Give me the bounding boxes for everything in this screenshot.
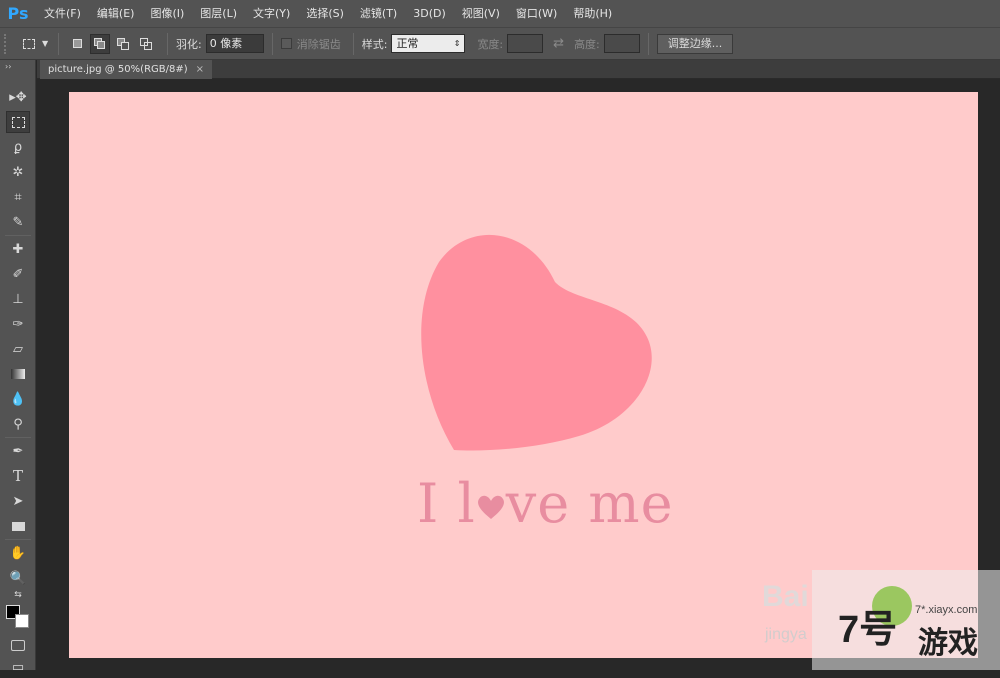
- new-selection-button[interactable]: [67, 34, 87, 54]
- menu-view[interactable]: 视图(V): [454, 0, 508, 27]
- collapse-icon[interactable]: ››: [0, 60, 35, 72]
- menu-file[interactable]: 文件(F): [36, 0, 89, 27]
- quick-mask-icon[interactable]: [6, 634, 30, 656]
- move-tool-icon[interactable]: ▸✥: [6, 86, 30, 108]
- divider: [167, 32, 168, 55]
- swap-colors-icon[interactable]: ⇆: [6, 588, 30, 602]
- chevron-down-icon[interactable]: ▼: [42, 39, 50, 48]
- document-tab[interactable]: picture.jpg @ 50%(RGB/8#) ×: [40, 60, 213, 79]
- menu-image[interactable]: 图像(I): [142, 0, 192, 27]
- screen-mode-icon[interactable]: ▭: [6, 656, 30, 678]
- clone-stamp-tool-icon[interactable]: ⊥: [6, 288, 30, 310]
- hand-tool-icon[interactable]: ✋: [6, 542, 30, 564]
- height-label: 高度:: [574, 37, 600, 51]
- feather-label: 羽化:: [176, 37, 202, 51]
- options-grip[interactable]: [4, 33, 12, 54]
- small-heart-icon: [477, 495, 504, 519]
- divider: [5, 539, 31, 540]
- swap-icon[interactable]: ⇄: [553, 36, 564, 51]
- love-text-start: I l: [417, 472, 476, 535]
- divider: [58, 32, 59, 55]
- history-brush-tool-icon[interactable]: ✑: [6, 313, 30, 335]
- lasso-tool-icon[interactable]: ϼ: [6, 136, 30, 158]
- style-label: 样式:: [361, 37, 388, 51]
- type-tool-icon[interactable]: T: [6, 465, 30, 487]
- baidu-watermark: Bai: [762, 580, 809, 613]
- document-tab-bar: picture.jpg @ 50%(RGB/8#) ×: [37, 60, 1000, 79]
- site-watermark-game: 游戏: [918, 626, 978, 661]
- rect-shape: [11, 521, 25, 531]
- eraser-tool-icon[interactable]: ▱: [6, 338, 30, 360]
- love-me-text: I l ve me: [417, 472, 674, 535]
- tools-panel: ›› ▸✥ ϼ ✲ ⌗ ✎ ✚ ✐ ⊥ ✑ ▱ 💧 ⚲ ✒ T ➤ ✋ 🔍 ⇆ …: [0, 60, 36, 675]
- divider: [5, 437, 31, 438]
- intersect-selection-button[interactable]: [136, 34, 156, 54]
- style-value: 正常: [396, 37, 419, 50]
- antialias-checkbox[interactable]: [280, 38, 292, 49]
- rect-marquee-tool-icon[interactable]: [6, 111, 30, 133]
- divider: [352, 32, 354, 55]
- close-icon[interactable]: ×: [196, 64, 204, 75]
- antialias-label: 消除锯齿: [296, 37, 341, 51]
- divider: [5, 235, 31, 236]
- marquee-shape: [11, 116, 25, 128]
- path-selection-tool-icon[interactable]: ➤: [6, 490, 30, 512]
- menu-edit[interactable]: 编辑(E): [89, 0, 143, 27]
- menu-help[interactable]: 帮助(H): [565, 0, 620, 27]
- menu-filter[interactable]: 滤镜(T): [352, 0, 405, 27]
- healing-brush-tool-icon[interactable]: ✚: [6, 238, 30, 260]
- style-select[interactable]: 正常 ⇕: [391, 34, 466, 53]
- pen-tool-icon[interactable]: ✒: [6, 440, 30, 462]
- site-watermark-number: 7号: [838, 609, 898, 651]
- jingyan-watermark: jingya: [765, 626, 807, 643]
- subtract-selection-button[interactable]: [113, 34, 133, 54]
- gradient-swatch: [11, 369, 25, 379]
- select-arrows-icon: ⇕: [453, 39, 461, 48]
- rect-marquee-icon: [23, 38, 35, 49]
- tool-preset-picker[interactable]: [18, 34, 40, 54]
- subtract-selection-icon: [117, 37, 129, 50]
- new-selection-icon: [72, 39, 82, 48]
- add-selection-icon: [94, 37, 106, 50]
- menu-bar: Ps 文件(F) 编辑(E) 图像(I) 图层(L) 文字(Y) 选择(S) 滤…: [0, 0, 1000, 27]
- gradient-tool-icon[interactable]: [6, 363, 30, 385]
- rectangle-tool-icon[interactable]: [6, 515, 30, 537]
- menu-select[interactable]: 选择(S): [298, 0, 352, 27]
- eyedropper-tool-icon[interactable]: ✎: [6, 211, 30, 233]
- menu-layer[interactable]: 图层(L): [192, 0, 245, 27]
- brush-tool-icon[interactable]: ✐: [6, 263, 30, 285]
- zoom-tool-icon[interactable]: 🔍: [6, 567, 30, 589]
- site-watermark-url: 7*.xiayx.com: [915, 604, 978, 616]
- width-input[interactable]: [507, 34, 544, 53]
- menu-type[interactable]: 文字(Y): [245, 0, 298, 27]
- refine-edge-button[interactable]: 调整边缘...: [656, 33, 734, 54]
- divider: [647, 32, 649, 55]
- magic-wand-tool-icon[interactable]: ✲: [6, 161, 30, 183]
- love-text-end: ve me: [505, 472, 674, 535]
- blur-tool-icon[interactable]: 💧: [6, 388, 30, 410]
- divider: [271, 32, 273, 55]
- menu-3d[interactable]: 3D(D): [405, 0, 454, 27]
- photoshop-logo: Ps: [7, 4, 29, 23]
- dodge-tool-icon[interactable]: ⚲: [6, 413, 30, 435]
- options-bar: ▼ 羽化: 0 像素 消除锯齿 样式: 正常 ⇕ 宽度: ⇄ 高度: 调整边缘.…: [0, 27, 1000, 60]
- quick-mask-shape: [11, 639, 25, 651]
- feather-input[interactable]: 0 像素: [205, 34, 264, 53]
- height-input[interactable]: [603, 34, 640, 53]
- menu-window[interactable]: 窗口(W): [508, 0, 565, 27]
- intersect-selection-icon: [140, 37, 152, 50]
- crop-tool-icon[interactable]: ⌗: [6, 186, 30, 208]
- document-tab-title: picture.jpg @ 50%(RGB/8#): [48, 64, 188, 75]
- add-to-selection-button[interactable]: [90, 33, 110, 54]
- background-color-swatch[interactable]: [15, 614, 29, 628]
- width-label: 宽度:: [477, 37, 504, 51]
- heart-shape: [421, 234, 652, 451]
